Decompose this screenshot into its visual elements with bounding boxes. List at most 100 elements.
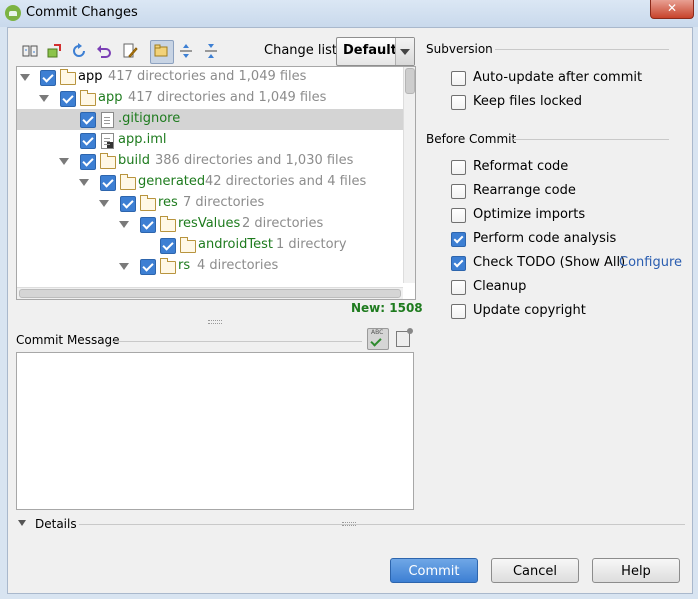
tree-row[interactable]: app.iml	[17, 130, 403, 151]
new-files-count: New: 1508	[351, 301, 423, 315]
tree-row[interactable]: rs 4 directories	[17, 256, 403, 277]
tree-item-name: app	[98, 90, 123, 105]
include-checkbox[interactable]	[80, 154, 96, 170]
optimize-imports-checkbox[interactable]	[451, 208, 466, 223]
tree-item-name: app.iml	[118, 132, 167, 147]
option-label: Auto-update after commit	[473, 70, 643, 85]
tree-horizontal-scrollbar[interactable]	[17, 287, 403, 299]
separator	[79, 524, 685, 525]
option-label: Rearrange code	[473, 183, 576, 198]
folder-icon	[80, 90, 96, 106]
include-checkbox[interactable]	[100, 175, 116, 191]
separator	[495, 49, 669, 50]
include-checkbox[interactable]	[140, 217, 156, 233]
include-checkbox[interactable]	[120, 196, 136, 212]
tree-row[interactable]: app 417 directories and 1,049 files	[17, 67, 403, 88]
tree-item-name: resValues	[178, 216, 241, 231]
folder-icon	[140, 195, 156, 211]
tree-row[interactable]: generated 42 directories and 4 files	[17, 172, 403, 193]
separator	[513, 139, 669, 140]
include-checkbox[interactable]	[80, 112, 96, 128]
expand-arrow-icon[interactable]	[20, 74, 30, 81]
file-icon	[101, 112, 114, 128]
splitter-grip[interactable]	[342, 522, 356, 526]
include-checkbox[interactable]	[40, 70, 56, 86]
include-checkbox[interactable]	[140, 259, 156, 275]
option-label: Check TODO (Show All)	[473, 255, 626, 270]
include-checkbox[interactable]	[60, 91, 76, 107]
commit-message-input[interactable]	[16, 352, 414, 510]
vcs-diff-icon[interactable]	[22, 43, 38, 59]
commit-button[interactable]: Commit	[390, 558, 478, 583]
close-button[interactable]: ✕	[650, 0, 694, 19]
commit-history-icon[interactable]	[396, 328, 413, 347]
separator	[112, 341, 362, 342]
refresh-icon[interactable]	[71, 43, 87, 59]
folder-icon	[180, 237, 196, 253]
tree-item-meta: 7 directories	[183, 195, 265, 210]
help-button[interactable]: Help	[592, 558, 680, 583]
scroll-thumb[interactable]	[19, 289, 401, 298]
include-checkbox[interactable]	[80, 133, 96, 149]
tree-item-meta: 4 directories	[197, 258, 279, 273]
move-to-changelist-icon[interactable]	[46, 43, 62, 59]
option-label: Cleanup	[473, 279, 527, 294]
tree-row[interactable]: resValues 2 directories	[17, 214, 403, 235]
expand-arrow-icon[interactable]	[79, 179, 89, 186]
collapse-all-icon[interactable]	[203, 43, 219, 59]
tree-item-meta: 42 directories and 4 files	[205, 174, 367, 189]
details-toggle[interactable]: Details	[35, 517, 77, 531]
update-copyright-checkbox[interactable]	[451, 304, 466, 319]
include-checkbox[interactable]	[160, 238, 176, 254]
expand-arrow-icon[interactable]	[39, 95, 49, 102]
option-label: Keep files locked	[473, 94, 582, 109]
tree-item-name: build	[118, 153, 150, 168]
tree-item-name: .gitignore	[118, 111, 181, 126]
spellcheck-button[interactable]: ABC	[367, 328, 389, 350]
dialog-body: Change list: Default app 417 directories…	[7, 27, 693, 594]
folder-icon	[160, 258, 176, 274]
group-by-directory-icon[interactable]	[153, 43, 169, 59]
configure-link[interactable]: Configure	[619, 255, 682, 270]
splitter-grip[interactable]	[208, 320, 222, 324]
folder-icon	[120, 174, 136, 190]
tree-row[interactable]: build 386 directories and 1,030 files	[17, 151, 403, 172]
rearrange-code-checkbox[interactable]	[451, 184, 466, 199]
expand-all-icon[interactable]	[178, 43, 194, 59]
auto-update-checkbox[interactable]	[451, 71, 466, 86]
rollback-icon[interactable]	[96, 43, 112, 59]
iml-file-icon	[101, 133, 114, 149]
cleanup-checkbox[interactable]	[451, 280, 466, 295]
expand-arrow-icon[interactable]	[119, 221, 129, 228]
edit-source-icon[interactable]	[122, 43, 138, 59]
option-label: Optimize imports	[473, 207, 586, 222]
changelist-value: Default	[343, 43, 397, 58]
tree-item-meta: 386 directories and 1,030 files	[155, 153, 354, 168]
scroll-thumb[interactable]	[405, 68, 415, 94]
tree-item-name: res	[158, 195, 178, 210]
tree-vertical-scrollbar[interactable]	[403, 67, 415, 283]
changelist-dropdown[interactable]: Default	[336, 37, 415, 66]
reformat-code-checkbox[interactable]	[451, 160, 466, 175]
chevron-down-icon[interactable]	[395, 38, 414, 65]
expand-arrow-icon[interactable]	[59, 158, 69, 165]
folder-icon	[100, 153, 116, 169]
tree-item-name: rs	[178, 258, 191, 273]
window-title: Commit Changes	[26, 5, 138, 20]
keep-files-locked-checkbox[interactable]	[451, 95, 466, 110]
android-studio-icon	[5, 5, 21, 21]
tree-row[interactable]: app 417 directories and 1,049 files	[17, 88, 403, 109]
tree-item-name: app	[78, 69, 103, 84]
tree-row-selected[interactable]: .gitignore	[17, 109, 403, 130]
cancel-button[interactable]: Cancel	[491, 558, 579, 583]
tree-row[interactable]: res 7 directories	[17, 193, 403, 214]
code-analysis-checkbox[interactable]	[451, 232, 466, 247]
collapse-arrow-icon[interactable]	[18, 520, 26, 526]
tree-item-name: generated	[138, 174, 206, 189]
option-label: Perform code analysis	[473, 231, 617, 246]
expand-arrow-icon[interactable]	[119, 263, 129, 270]
changes-tree[interactable]: app 417 directories and 1,049 files app …	[16, 66, 416, 300]
tree-row[interactable]: androidTest 1 directory	[17, 235, 403, 256]
expand-arrow-icon[interactable]	[99, 200, 109, 207]
check-todo-checkbox[interactable]	[451, 256, 466, 271]
